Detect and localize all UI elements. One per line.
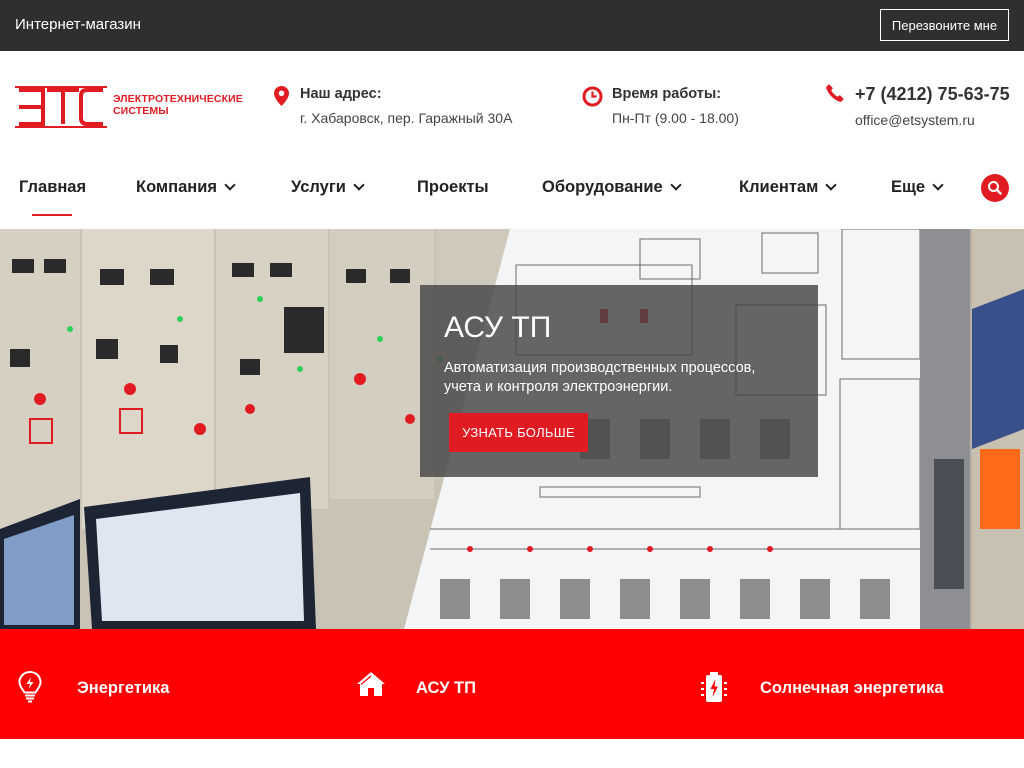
phone-icon bbox=[826, 84, 844, 102]
nav-label: Компания bbox=[136, 178, 218, 196]
nav-active-indicator bbox=[32, 214, 72, 216]
nav-item-services[interactable]: Услуги bbox=[291, 178, 365, 197]
phone-block: +7 (4212) 75-63-75 office@etsystem.ru bbox=[826, 84, 1016, 134]
nav-label: Главная bbox=[19, 178, 87, 196]
nav-item-company[interactable]: Компания bbox=[136, 178, 236, 197]
nav-item-clients[interactable]: Клиентам bbox=[739, 178, 837, 197]
service-energy[interactable]: Энергетика bbox=[0, 629, 340, 739]
email-link[interactable]: office@etsystem.ru bbox=[855, 112, 975, 128]
map-pin-icon bbox=[274, 86, 289, 106]
logo-line-2: СИСТЕМЫ bbox=[113, 105, 169, 117]
service-label: Энергетика bbox=[77, 679, 170, 697]
address-label: Наш адрес: bbox=[300, 86, 382, 102]
hero-subtitle: Автоматизация производственных процессов… bbox=[444, 360, 756, 395]
hours-label: Время работы: bbox=[612, 86, 722, 102]
nav-item-equipment[interactable]: Оборудование bbox=[542, 178, 682, 197]
home-icon bbox=[357, 672, 385, 696]
learn-more-button[interactable]: УЗНАТЬ БОЛЬШЕ bbox=[449, 413, 588, 452]
nav-label: Клиентам bbox=[739, 178, 819, 196]
service-asu-tp[interactable]: АСУ ТП bbox=[340, 629, 680, 739]
battery-bolt-icon bbox=[701, 672, 727, 702]
clock-icon bbox=[582, 86, 603, 107]
lightbulb-icon bbox=[18, 671, 42, 703]
page-bottom bbox=[0, 739, 1024, 768]
services-band: Энергетика АСУ ТП Солнечная энергетика bbox=[0, 629, 1024, 739]
nav-item-projects[interactable]: Проекты bbox=[417, 178, 489, 197]
main-nav: Главная Компания Услуги Проекты Оборудов… bbox=[0, 160, 1024, 216]
search-icon bbox=[988, 181, 1002, 195]
chevron-down-icon bbox=[224, 179, 236, 191]
chevron-down-icon bbox=[670, 179, 682, 191]
logo-line-1: ЭЛЕКТРОТЕХНИЧЕСКИЕ bbox=[113, 93, 243, 105]
service-solar-energy[interactable]: Солнечная энергетика bbox=[680, 629, 1024, 739]
hero-title: АСУ ТП bbox=[444, 311, 552, 344]
hours-block: Время работы: Пн-Пт (9.00 - 18.00) bbox=[582, 84, 802, 134]
hero-slider[interactable]: АСУ ТП Автоматизация производственных пр… bbox=[0, 229, 1024, 629]
nav-label: Еще bbox=[891, 178, 926, 196]
chevron-down-icon bbox=[932, 179, 944, 191]
nav-label: Услуги bbox=[291, 178, 346, 196]
phone-number[interactable]: +7 (4212) 75-63-75 bbox=[855, 84, 1010, 105]
nav-item-more[interactable]: Еще bbox=[891, 178, 944, 197]
nav-label: Проекты bbox=[417, 178, 489, 196]
callback-button[interactable]: Перезвоните мне bbox=[880, 9, 1009, 41]
nav-item-home[interactable]: Главная bbox=[19, 178, 86, 197]
service-label: АСУ ТП bbox=[416, 679, 476, 697]
hours-value: Пн-Пт (9.00 - 18.00) bbox=[612, 110, 739, 126]
service-label: Солнечная энергетика bbox=[760, 679, 944, 697]
chevron-down-icon bbox=[825, 179, 837, 191]
chevron-down-icon bbox=[353, 179, 365, 191]
top-bar: Интернет-магазин Перезвоните мне bbox=[0, 0, 1024, 51]
search-button[interactable] bbox=[981, 174, 1009, 202]
address-value: г. Хабаровск, пер. Гаражный 30А bbox=[300, 110, 513, 126]
online-shop-link[interactable]: Интернет-магазин bbox=[15, 16, 141, 33]
address-block: Наш адрес: г. Хабаровск, пер. Гаражный 3… bbox=[274, 84, 544, 134]
nav-label: Оборудование bbox=[542, 178, 663, 196]
logo-text: ЭЛЕКТРОТЕХНИЧЕСКИЕ СИСТЕМЫ bbox=[113, 93, 243, 117]
